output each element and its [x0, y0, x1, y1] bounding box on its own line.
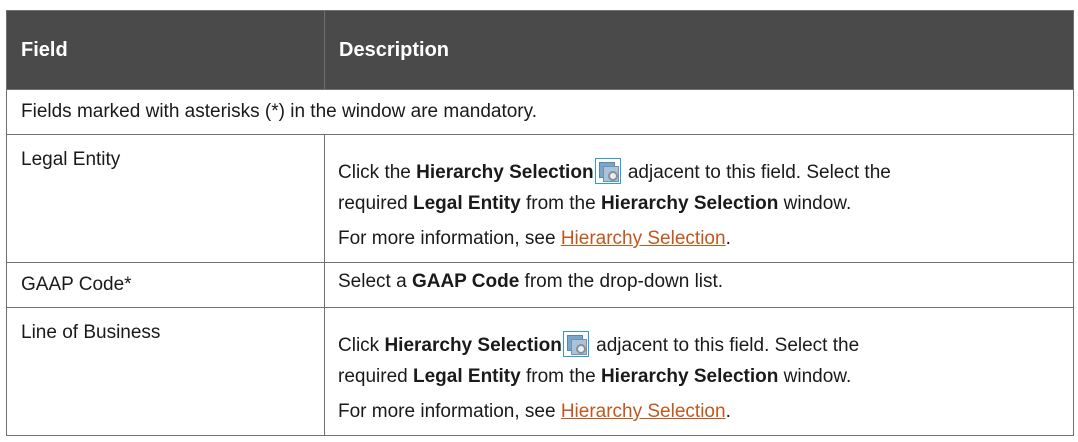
description-line: required Legal Entity from the Hierarchy…: [338, 361, 1061, 392]
text-segment: .: [725, 228, 731, 249]
more-info-line: For more information, see Hierarchy Sele…: [338, 223, 1061, 254]
text-segment: adjacent to this field. Select the: [590, 335, 860, 356]
text-segment: required: [338, 193, 413, 214]
field-description-table: Field Description Fields marked with ast…: [6, 10, 1074, 436]
bold-term: GAAP Code: [411, 270, 520, 292]
hierarchy-selection-icon[interactable]: [562, 331, 589, 357]
more-info-line: For more information, see Hierarchy Sele…: [338, 396, 1061, 427]
table-row: Legal Entity Click the Hierarchy Selecti…: [6, 134, 1074, 263]
text-segment: from the drop-down list.: [519, 270, 724, 292]
text-segment: Click: [338, 335, 385, 356]
hierarchy-selection-icon[interactable]: [594, 158, 621, 184]
bold-term: Legal Entity: [413, 193, 521, 214]
bold-term: Legal Entity: [413, 366, 521, 387]
text-segment: For more information, see: [338, 228, 561, 249]
description-line: Click Hierarchy Selection adjacent to th…: [338, 330, 1061, 361]
hierarchy-selection-link[interactable]: Hierarchy Selection: [561, 401, 726, 422]
bold-term: Hierarchy Selection: [384, 335, 562, 356]
header-field: Field: [6, 10, 325, 90]
text-segment: required: [338, 366, 413, 387]
description-line: required Legal Entity from the Hierarchy…: [338, 188, 1061, 219]
bold-term: Hierarchy Selection: [416, 162, 594, 183]
text-segment: adjacent to this field. Select the: [622, 162, 891, 183]
text-segment: window.: [778, 193, 852, 214]
text-segment: Click the: [338, 162, 417, 183]
table-row: Line of Business Click Hierarchy Selecti…: [6, 307, 1074, 436]
text-segment: .: [725, 401, 731, 422]
mandatory-note-row: Fields marked with asterisks (*) in the …: [6, 89, 1074, 135]
header-description: Description: [324, 10, 1074, 90]
text-segment: For more information, see: [338, 401, 561, 422]
description-line: Click the Hierarchy Selection adjacent t…: [338, 157, 1061, 188]
field-description: Select a GAAP Code from the drop-down li…: [324, 262, 1074, 308]
table-header-row: Field Description: [6, 10, 1074, 90]
field-name: Line of Business: [6, 307, 325, 436]
field-name: Legal Entity: [6, 134, 325, 263]
bold-term: Hierarchy Selection: [600, 366, 779, 387]
text-segment: from the: [520, 366, 601, 387]
bold-term: Hierarchy Selection: [600, 193, 779, 214]
field-description: Click the Hierarchy Selection adjacent t…: [324, 134, 1074, 263]
text-segment: window.: [778, 366, 852, 387]
hierarchy-selection-link[interactable]: Hierarchy Selection: [561, 228, 726, 249]
field-name: GAAP Code*: [6, 262, 325, 308]
text-segment: Select a: [338, 270, 412, 292]
table-row: GAAP Code* Select a GAAP Code from the d…: [6, 262, 1074, 308]
mandatory-note: Fields marked with asterisks (*) in the …: [6, 89, 1074, 135]
text-segment: from the: [520, 193, 601, 214]
field-description: Click Hierarchy Selection adjacent to th…: [324, 307, 1074, 436]
